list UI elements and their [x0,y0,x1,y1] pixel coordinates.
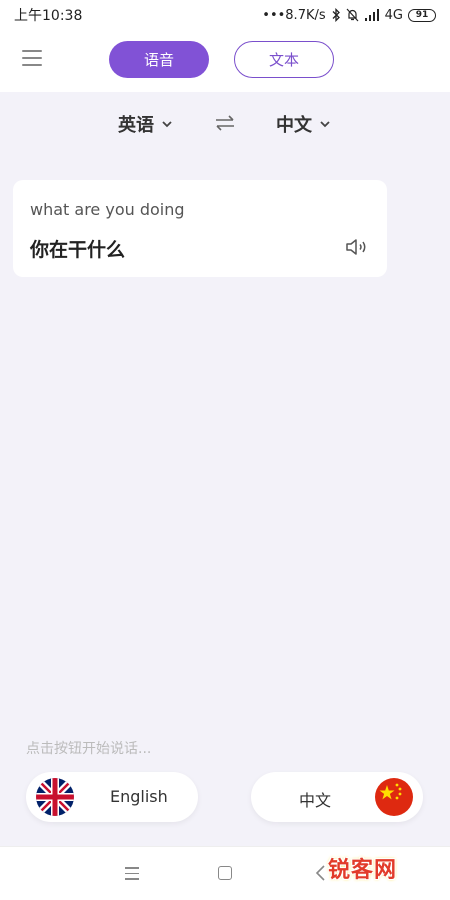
tab-text-label: 文本 [268,51,299,69]
translated-text: 你在干什么 [30,239,126,261]
tab-voice[interactable]: 语音 [109,41,209,78]
language-bar: 英语 中文 [0,92,450,154]
speak-chinese-button[interactable]: 中文 [251,772,423,822]
uk-flag-icon [36,778,74,816]
chevron-down-icon [320,121,330,128]
bluetooth-icon [332,8,340,22]
mute-bell-icon [346,8,359,22]
source-language-label: 英语 [118,115,154,136]
status-bar: 上午10:38 •••8.7K/s 4G 91 [0,0,450,30]
signal-icon [364,8,379,21]
watermark-logo: 锐客网 [328,858,398,883]
translation-card: what are you doing 你在干什么 [13,180,387,277]
tab-text[interactable]: 文本 [234,41,334,78]
battery-icon: 91 [408,8,436,22]
chevron-down-icon [162,121,172,128]
china-flag-icon [375,778,413,816]
speaker-icon[interactable] [345,237,369,257]
menu-icon[interactable] [22,50,42,70]
source-language-select[interactable]: 英语 [118,111,172,137]
nav-menu-icon[interactable] [125,867,139,881]
network-type: 4G [384,7,403,23]
status-icons: •••8.7K/s 4G 91 [262,8,436,23]
app-header: 语音 文本 [0,30,450,92]
target-language-label: 中文 [276,115,312,136]
tab-voice-label: 语音 [143,51,174,69]
speak-chinese-label: 中文 [299,791,332,810]
nav-home-icon[interactable] [218,866,232,880]
swap-languages-icon[interactable] [214,112,236,134]
target-language-select[interactable]: 中文 [276,111,330,137]
speak-english-button[interactable]: English [26,772,198,822]
source-text: what are you doing [30,200,185,219]
speak-hint: 点击按钮开始说话... [26,741,152,757]
speak-english-label: English [110,787,168,806]
nav-back-icon[interactable] [314,864,328,882]
network-speed: •••8.7K/s [262,7,326,23]
status-time: 上午10:38 [14,8,83,24]
battery-level: 91 [415,9,429,20]
